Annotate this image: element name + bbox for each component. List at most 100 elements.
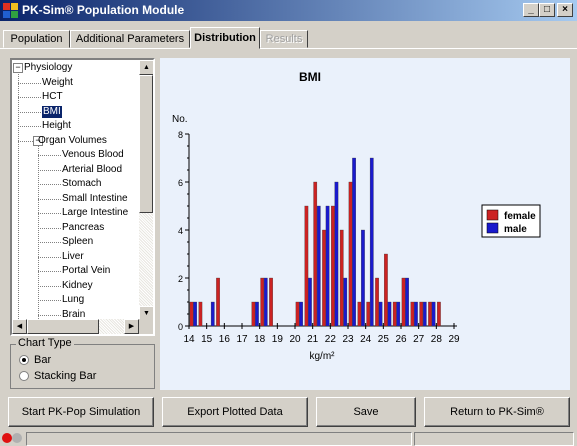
return-button[interactable]: Return to PK-Sim® — [424, 397, 570, 427]
bar-female — [357, 301, 362, 327]
bar-female — [392, 301, 397, 327]
tree-item-hct[interactable]: HCT — [42, 91, 63, 103]
tab-results: Results — [260, 30, 308, 48]
tree-item-spleen[interactable]: Spleen — [62, 236, 93, 248]
tree-item-bmi[interactable]: BMI — [42, 105, 62, 118]
bar-male — [352, 157, 356, 327]
bar-male — [396, 301, 401, 327]
tree-guide-line — [38, 227, 61, 229]
tree-scroll-left-button[interactable]: ◀ — [12, 319, 27, 334]
bar-female — [331, 205, 335, 327]
window-title: PK-Sim® Population Module — [22, 3, 185, 17]
tree-item-venous-blood[interactable]: Venous Blood — [62, 149, 124, 161]
stacking-bar-radio-label[interactable]: Stacking Bar — [34, 370, 96, 382]
x-tick-label: 28 — [431, 334, 443, 345]
bar-male — [263, 277, 268, 327]
tree-item-arterial-blood[interactable]: Arterial Blood — [62, 164, 122, 176]
tab-population[interactable]: Population — [3, 30, 70, 48]
maximize-button[interactable]: □ — [539, 3, 555, 17]
tree-guide-line — [38, 256, 61, 258]
bar-female — [384, 253, 388, 327]
bar-male — [334, 181, 339, 327]
bar-female — [348, 181, 353, 327]
tree-item-stomach[interactable]: Stomach — [62, 178, 101, 190]
tree-item-small-intestine[interactable]: Small Intestine — [62, 193, 128, 205]
bar-female — [251, 301, 256, 327]
x-tick-label: 14 — [183, 334, 195, 345]
bar-radio[interactable] — [19, 355, 29, 365]
chart-type-group — [10, 344, 155, 389]
tree-item-liver[interactable]: Liver — [62, 251, 84, 263]
tree-hscroll-thumb[interactable] — [27, 319, 99, 334]
bar-male — [431, 301, 436, 327]
x-tick-label: 15 — [201, 334, 213, 345]
chart-type-label: Chart Type — [16, 337, 74, 349]
y-tick-label: 8 — [178, 130, 183, 140]
legend-swatch-male — [486, 222, 499, 234]
bar-male — [369, 157, 374, 327]
status-indicator-red-icon — [2, 433, 12, 443]
tree-item-pancreas[interactable]: Pancreas — [62, 222, 104, 234]
tree-item-lung[interactable]: Lung — [62, 294, 84, 306]
tree-scroll-right-button[interactable]: ▶ — [124, 319, 139, 334]
x-tick-label: 23 — [342, 334, 354, 345]
tree-guide-line — [18, 126, 41, 127]
tree-guide-line — [18, 97, 41, 98]
tree-item-portal-vein[interactable]: Portal Vein — [62, 265, 110, 277]
status-indicator-gray-icon — [12, 433, 22, 443]
start-simulation-button[interactable]: Start PK-Pop Simulation — [8, 397, 154, 427]
tree-item-organ-volumes[interactable]: Organ Volumes — [38, 135, 107, 147]
bar-female — [366, 301, 371, 327]
tree-item-physiology[interactable]: Physiology — [24, 62, 72, 74]
bar-female — [198, 301, 203, 327]
x-tick-label: 20 — [289, 334, 301, 345]
tree-vscroll-thumb[interactable] — [139, 75, 153, 213]
tab-distribution[interactable]: Distribution — [190, 27, 260, 49]
bar-female — [339, 229, 344, 327]
y-tick-label: 0 — [178, 322, 183, 332]
bar-male — [325, 205, 330, 327]
tree-item-kidney[interactable]: Kidney — [62, 280, 93, 292]
x-tick-label: 24 — [360, 334, 372, 345]
close-button[interactable]: × — [557, 3, 573, 17]
bar-female — [189, 301, 194, 327]
tab-additional-parameters[interactable]: Additional Parameters — [70, 30, 190, 48]
chart-panel: BMI No. kg/m² 0 2 4 6 8 14 15 16 17 18 19 20 21 22 23 24 25… — [160, 58, 570, 390]
scroll-corner — [139, 319, 153, 334]
export-plotted-data-button[interactable]: Export Plotted Data — [162, 397, 308, 427]
bar-male — [308, 277, 312, 327]
tree-guide-line — [38, 155, 61, 156]
bar-female — [428, 301, 432, 327]
y-tick-label: 2 — [178, 274, 183, 284]
bar-female — [260, 277, 265, 327]
bar-radio-label[interactable]: Bar — [34, 354, 51, 366]
tree-guide-line — [18, 70, 19, 331]
chart-title: BMI — [299, 70, 321, 84]
x-tick-label: 17 — [236, 334, 248, 345]
tree-item-height[interactable]: Height — [42, 120, 71, 132]
bar-female — [216, 277, 220, 327]
bar-male — [316, 205, 321, 327]
save-button[interactable]: Save — [316, 397, 416, 427]
tree-guide-line — [18, 111, 41, 113]
tree-guide-line — [38, 285, 61, 287]
stacking-bar-radio[interactable] — [19, 371, 29, 381]
minimize-button[interactable]: _ — [523, 3, 539, 17]
tree-item-weight[interactable]: Weight — [42, 77, 73, 89]
bar-female — [410, 301, 415, 327]
tree-guide-line — [38, 213, 61, 214]
tree-guide-line — [38, 184, 61, 185]
tree-guide-line — [38, 271, 61, 272]
collapse-icon[interactable]: − — [13, 63, 23, 73]
bar-male — [361, 229, 365, 327]
parameter-tree[interactable]: − Physiology Weight HCT BMI Height − Organ Volu… — [10, 58, 155, 336]
tree-item-large-intestine[interactable]: Large Intestine — [62, 207, 128, 219]
x-tick-label: 18 — [254, 334, 266, 345]
bmi-histogram: BMINo.kg/m²0246814 15 16 17 18 19 20 21 22 23 24 25… — [172, 70, 541, 362]
bar-female — [295, 301, 300, 327]
bar-female — [269, 277, 273, 327]
tree-scroll-up-button[interactable]: ▲ — [139, 60, 153, 75]
bar-female — [313, 181, 318, 327]
tree-guide-line — [38, 314, 61, 316]
tree-guide-line — [38, 300, 61, 301]
